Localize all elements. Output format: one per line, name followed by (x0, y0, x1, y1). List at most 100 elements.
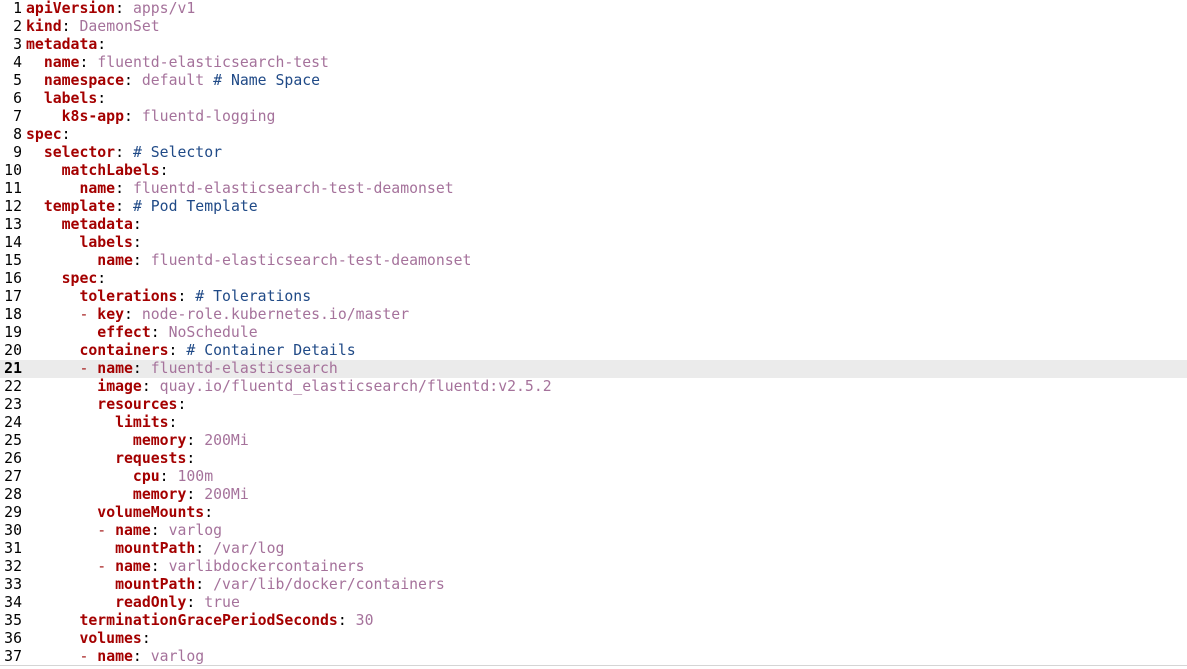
yaml-key: labels (79, 234, 133, 251)
line-number: 18 (4, 306, 22, 323)
yaml-key: name (43, 54, 80, 71)
yaml-value: fluentd-elasticsearch (150, 360, 338, 377)
yaml-key: volumes (79, 630, 142, 647)
code-line[interactable]: 32 - name: varlibdockercontainers (0, 558, 1187, 576)
code-line[interactable]: 1 apiVersion: apps/v1 (0, 0, 1187, 18)
code-line[interactable]: 26 requests: (0, 450, 1187, 468)
yaml-key: resources (97, 396, 178, 413)
code-line[interactable]: 3 metadata: (0, 36, 1187, 54)
code-line[interactable]: 13 metadata: (0, 216, 1187, 234)
line-number: 2 (13, 18, 22, 35)
code-line[interactable]: 4 name: fluentd-elasticsearch-test (0, 54, 1187, 72)
yaml-colon: : (159, 468, 169, 485)
code-line[interactable]: 17 tolerations: # Tolerations (0, 288, 1187, 306)
code-line[interactable]: 16 spec: (0, 270, 1187, 288)
code-line[interactable]: 20 containers: # Container Details (0, 342, 1187, 360)
code-line[interactable]: 22 image: quay.io/fluentd_elasticsearch/… (0, 378, 1187, 396)
yaml-colon: : (124, 108, 133, 125)
code-line[interactable]: 15 name: fluentd-elasticsearch-test-deam… (0, 252, 1187, 270)
code-line[interactable]: 23 resources: (0, 396, 1187, 414)
code-line[interactable]: 7 k8s-app: fluentd-logging (0, 108, 1187, 126)
yaml-value: true (204, 594, 240, 611)
yaml-key: containers (79, 342, 169, 359)
yaml-comment: # Pod Template (132, 198, 258, 215)
code-line[interactable]: 35 terminationGracePeriodSeconds: 30 (0, 612, 1187, 630)
code-line[interactable]: 19 effect: NoSchedule (0, 324, 1187, 342)
yaml-colon: : (186, 432, 196, 449)
yaml-key: image (97, 378, 142, 395)
code-line[interactable]: 30 - name: varlog (0, 522, 1187, 540)
yaml-colon: : (132, 234, 142, 251)
line-number: 29 (4, 504, 22, 521)
yaml-colon: : (115, 180, 125, 197)
line-number: 11 (4, 180, 22, 197)
code-line-current[interactable]: 21 - name: fluentd-elasticsearch (0, 360, 1187, 378)
code-line[interactable]: 27 cpu: 100m (0, 468, 1187, 486)
yaml-key: effect (97, 324, 151, 341)
yaml-key: key (97, 306, 125, 323)
line-number: 31 (4, 540, 22, 557)
yaml-key: tolerations (79, 288, 178, 305)
yaml-key: mountPath (115, 576, 196, 593)
code-line[interactable]: 6 labels: (0, 90, 1187, 108)
yaml-value: fluentd-elasticsearch-test (97, 54, 329, 71)
yaml-key: limits (115, 414, 169, 431)
code-line[interactable]: 37 - name: varlog (0, 648, 1187, 666)
yaml-key: name (79, 180, 116, 197)
yaml-colon: : (195, 540, 205, 557)
yaml-value: default (141, 72, 205, 89)
line-number: 10 (4, 162, 22, 179)
code-editor[interactable]: 1 apiVersion: apps/v1 2 kind: DaemonSet 3 met… (0, 0, 1187, 669)
yaml-colon: : (204, 504, 214, 521)
yaml-colon: : (195, 576, 205, 593)
line-number: 16 (4, 270, 22, 287)
code-line[interactable]: 2 kind: DaemonSet (0, 18, 1187, 36)
yaml-colon: : (186, 594, 196, 611)
yaml-key: mountPath (115, 540, 196, 557)
code-line[interactable]: 36 volumes: (0, 630, 1187, 648)
code-line[interactable]: 9 selector: # Selector (0, 144, 1187, 162)
code-line[interactable]: 8 spec: (0, 126, 1187, 144)
code-line[interactable]: 33 mountPath: /var/lib/docker/containers (0, 576, 1187, 594)
line-number: 20 (4, 342, 22, 359)
code-line[interactable]: 18 - key: node-role.kubernetes.io/master (0, 306, 1187, 324)
yaml-colon: : (186, 450, 196, 467)
code-line[interactable]: 12 template: # Pod Template (0, 198, 1187, 216)
code-line[interactable]: 14 labels: (0, 234, 1187, 252)
yaml-value: varlibdockercontainers (168, 558, 365, 575)
yaml-colon: : (61, 18, 71, 35)
yaml-value: DaemonSet (79, 18, 160, 35)
code-line[interactable]: 5 namespace: default # Name Space (0, 72, 1187, 90)
yaml-colon: : (168, 414, 178, 431)
yaml-colon: : (115, 144, 125, 161)
code-line[interactable]: 10 matchLabels: (0, 162, 1187, 180)
code-line[interactable]: 34 readOnly: true (0, 594, 1187, 612)
code-line[interactable]: 11 name: fluentd-elasticsearch-test-deam… (0, 180, 1187, 198)
code-line[interactable]: 24 limits: (0, 414, 1187, 432)
list-dash: - (79, 648, 98, 665)
yaml-key: name (115, 522, 151, 539)
yaml-key: template (43, 198, 116, 215)
code-line[interactable]: 28 memory: 200Mi (0, 486, 1187, 504)
code-line[interactable]: 31 mountPath: /var/log (0, 540, 1187, 558)
code-line[interactable]: 29 volumeMounts: (0, 504, 1187, 522)
line-number: 33 (4, 576, 22, 593)
line-number: 15 (4, 252, 22, 269)
yaml-comment: # Tolerations (195, 288, 312, 305)
yaml-comment: # Container Details (186, 342, 356, 359)
code-line[interactable]: 25 memory: 200Mi (0, 432, 1187, 450)
list-dash: - (79, 306, 98, 323)
